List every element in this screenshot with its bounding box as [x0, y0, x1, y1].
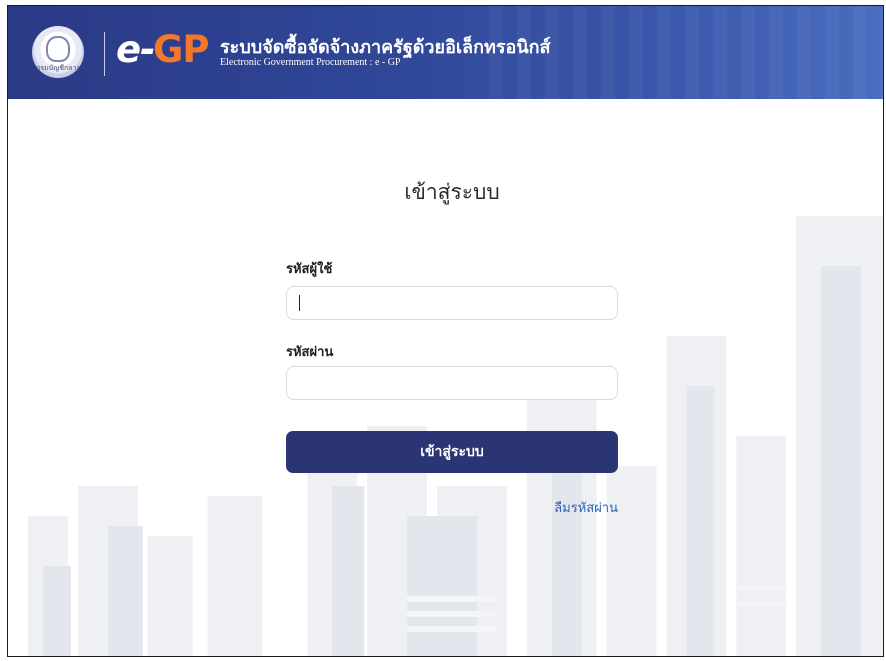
browser-viewport: กรมบัญชีกลาง e- GP ระบบจัดซื้อจัดจ้างภาค…: [7, 5, 884, 657]
password-label: รหัสผ่าน: [286, 345, 334, 360]
egp-logo-gp: GP: [153, 28, 209, 71]
login-button[interactable]: เข้าสู่ระบบ: [286, 431, 618, 473]
forgot-password-link[interactable]: ลืมรหัสผ่าน: [554, 497, 618, 518]
username-input[interactable]: [286, 286, 618, 320]
seal-text: กรมบัญชีกลาง: [36, 64, 80, 72]
site-header: กรมบัญชีกลาง e- GP ระบบจัดซื้อจัดจ้างภาค…: [8, 6, 883, 99]
header-divider: [104, 32, 105, 76]
login-title: เข้าสู่ระบบ: [404, 180, 500, 204]
garuda-emblem-icon: [46, 36, 70, 62]
city-skyline-background: [27, 216, 883, 656]
username-field-wrap: [286, 286, 618, 320]
text-cursor: [299, 295, 300, 311]
password-input[interactable]: [286, 366, 618, 400]
egp-logo-e: e-: [116, 28, 155, 71]
site-subtitle: Electronic Government Procurement : e - …: [220, 57, 401, 68]
username-label: รหัสผู้ใช้: [286, 262, 333, 277]
cgd-seal-logo: กรมบัญชีกลาง: [32, 26, 84, 78]
